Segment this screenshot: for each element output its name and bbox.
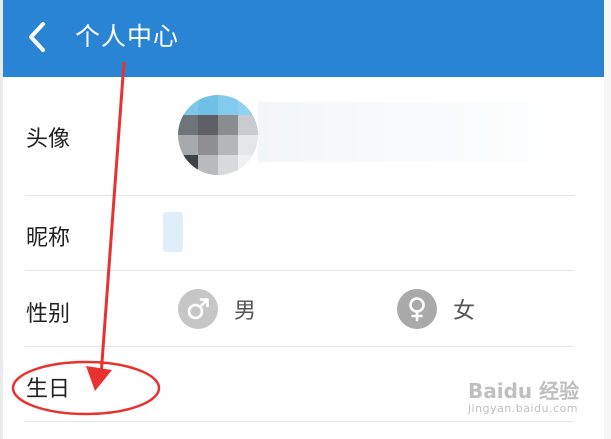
page-title: 个人中心 bbox=[75, 22, 180, 51]
avatar-label: 头像 bbox=[26, 127, 71, 152]
gender-option-male[interactable]: 男 bbox=[178, 288, 256, 330]
avatar-row-blur bbox=[258, 102, 588, 162]
nickname-label: 昵称 bbox=[26, 226, 71, 251]
profile-screen: 个人中心 头像 昵称 性别 男 女 生日 Baidu 经验 jingyan.ba… bbox=[3, 0, 604, 439]
row-divider bbox=[25, 346, 574, 347]
watermark-sub: jingyan.baidu.com bbox=[468, 402, 579, 415]
gender-option-label: 女 bbox=[453, 299, 476, 324]
nickname-field[interactable] bbox=[163, 212, 183, 252]
baidu-watermark: Baidu 经验 jingyan.baidu.com bbox=[468, 375, 579, 415]
app-header: 个人中心 bbox=[3, 0, 604, 77]
row-divider bbox=[25, 270, 574, 271]
row-divider bbox=[25, 421, 574, 422]
chevron-left-icon[interactable] bbox=[23, 18, 53, 56]
row-divider bbox=[25, 195, 574, 196]
birthday-label[interactable]: 生日 bbox=[26, 371, 70, 403]
gender-label: 性别 bbox=[26, 302, 71, 327]
male-icon bbox=[178, 289, 218, 329]
gender-option-female[interactable]: 女 bbox=[397, 288, 475, 330]
right-edge bbox=[604, 0, 611, 439]
watermark-main: Baidu 经验 bbox=[468, 379, 580, 403]
avatar[interactable] bbox=[178, 95, 258, 175]
gender-option-label: 男 bbox=[234, 299, 257, 324]
female-icon bbox=[397, 289, 437, 329]
